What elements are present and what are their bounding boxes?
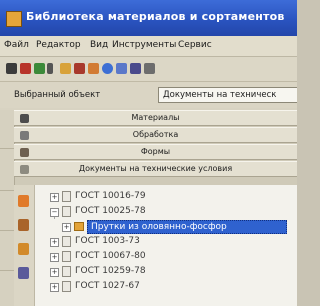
tree-item-label: ГОСТ 10259-78 — [75, 266, 146, 276]
document-icon — [62, 191, 71, 202]
menu-bar: Файл Редактор Вид Инструменты Сервис — [0, 36, 297, 57]
tool-icon[interactable] — [18, 219, 29, 231]
category-materials[interactable]: Материалы — [14, 110, 297, 126]
globe-icon[interactable] — [102, 63, 113, 74]
toolbar — [0, 57, 297, 82]
form-icon[interactable] — [18, 243, 29, 255]
tree-item-label: ГОСТ 10067-80 — [75, 251, 146, 261]
menu-edit[interactable]: Редактор — [36, 40, 81, 50]
library-icon[interactable] — [74, 63, 85, 74]
category-label: Формы — [140, 147, 171, 156]
document-icon — [62, 251, 71, 262]
tree-item-label: ГОСТ 10025-78 — [75, 206, 146, 216]
edit-icon[interactable] — [130, 63, 141, 74]
selected-object-label: Выбранный объект — [14, 90, 101, 100]
menu-tools[interactable]: Инструменты — [112, 40, 176, 50]
expand-toggle[interactable]: + — [50, 268, 59, 277]
category-processing[interactable]: Обработка — [14, 127, 297, 143]
user-icon[interactable] — [88, 63, 99, 74]
selected-object-row: Выбранный объект Документы на техническ — [0, 82, 297, 108]
category-label: Обработка — [132, 130, 179, 139]
doc-icon[interactable] — [18, 267, 29, 279]
library-panel: Материалы Обработка Формы Документы на т… — [0, 110, 297, 306]
side-icon-column — [14, 185, 35, 306]
expand-toggle[interactable]: − — [50, 208, 59, 217]
settings-icon[interactable] — [144, 63, 155, 74]
selected-object-value: Документы на техническ — [163, 90, 277, 100]
document-icon — [62, 266, 71, 277]
tree-item-label: ГОСТ 10016-79 — [75, 191, 146, 201]
menu-service[interactable]: Сервис — [178, 40, 212, 50]
app-window: Библиотека материалов и сортаментов Файл… — [0, 0, 297, 306]
table-icon[interactable] — [34, 63, 45, 74]
book-icon[interactable] — [20, 63, 31, 74]
material-icon[interactable] — [18, 195, 29, 207]
dropdown-arrow-icon[interactable] — [47, 63, 53, 74]
category-label: Документы на технические условия — [78, 164, 233, 173]
menu-file[interactable]: Файл — [4, 40, 29, 50]
tree-item-label: ГОСТ 1027-67 — [75, 281, 140, 291]
checkmark-icon[interactable] — [116, 63, 127, 74]
tree-item-label: ГОСТ 1003-73 — [75, 236, 140, 246]
binoculars-icon[interactable] — [6, 63, 17, 74]
expand-toggle[interactable]: + — [50, 283, 59, 292]
left-gutter — [0, 110, 15, 306]
window-title: Библиотека материалов и сортаментов — [26, 10, 285, 23]
selected-object-combo[interactable]: Документы на техническ — [158, 87, 297, 103]
menu-view[interactable]: Вид — [90, 40, 108, 50]
folder-icon — [74, 222, 84, 231]
title-bar[interactable]: Библиотека материалов и сортаментов — [0, 0, 297, 36]
document-icon — [62, 236, 71, 247]
expand-toggle[interactable]: + — [62, 223, 71, 232]
category-label: Материалы — [131, 113, 180, 122]
expand-toggle[interactable]: + — [50, 193, 59, 202]
expand-toggle[interactable]: + — [50, 253, 59, 262]
document-icon — [62, 281, 71, 292]
document-icon — [62, 206, 71, 217]
expand-toggle[interactable]: + — [50, 238, 59, 247]
bookmark-icon[interactable] — [60, 63, 71, 74]
category-forms[interactable]: Формы — [14, 144, 297, 160]
tree-item-label: Прутки из оловянно-фосфор — [91, 222, 227, 232]
selection-highlight: Прутки из оловянно-фосфор — [87, 220, 287, 234]
category-tech-docs[interactable]: Документы на технические условия — [14, 161, 297, 177]
app-icon — [6, 11, 22, 27]
